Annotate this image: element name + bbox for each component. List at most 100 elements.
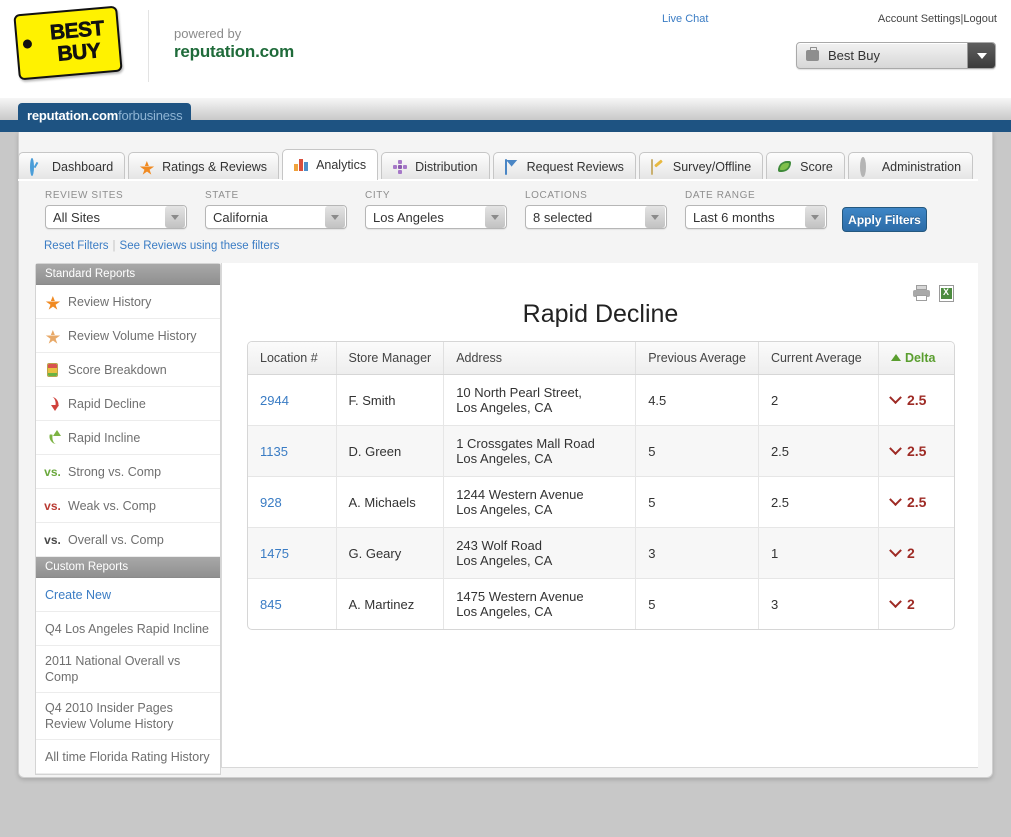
sidebar-item-label: All time Florida Rating History xyxy=(45,749,210,764)
table-header: Location # Store Manager Address Previou… xyxy=(248,342,954,375)
sidebar-item-rapid-decline[interactable]: Rapid Decline xyxy=(36,387,220,421)
review-sites-toggle[interactable] xyxy=(165,206,185,228)
sidebar-item-review-history[interactable]: Review History xyxy=(36,285,220,319)
location-link[interactable]: 2944 xyxy=(260,393,289,408)
locations-toggle[interactable] xyxy=(645,206,665,228)
table-row[interactable]: 928 A. Michaels 1244 Western Avenue Los … xyxy=(248,476,954,528)
address-line-1: 243 Wolf Road xyxy=(456,538,542,553)
address-line-2: Los Angeles, CA xyxy=(456,400,553,415)
powered-by-block: powered by reputation.com xyxy=(174,26,294,62)
city-select[interactable]: Los Angeles xyxy=(365,205,507,229)
state-select[interactable]: California xyxy=(205,205,347,229)
standard-reports-heading: Standard Reports xyxy=(36,264,220,285)
printer-icon[interactable] xyxy=(913,285,930,301)
chevron-down-icon xyxy=(889,441,902,455)
location-link[interactable]: 1135 xyxy=(260,444,288,459)
city-value: Los Angeles xyxy=(373,209,444,225)
col-current-average[interactable]: Current Average xyxy=(758,342,879,375)
date-range-value: Last 6 months xyxy=(693,209,775,225)
sidebar-item-weak-vs-comp[interactable]: vs. Weak vs. Comp xyxy=(36,489,220,523)
chevron-down-icon xyxy=(331,214,339,220)
sidebar-item-label: 2011 National Overall vs Comp xyxy=(45,654,181,684)
account-selector-toggle[interactable] xyxy=(967,43,995,68)
vs-green-icon: vs. xyxy=(44,464,61,479)
table-row[interactable]: 1475 G. Geary 243 Wolf Road Los Angeles,… xyxy=(248,527,954,579)
reset-filters-link[interactable]: Reset Filters xyxy=(44,240,109,252)
filter-city: CITY Los Angeles xyxy=(365,190,507,229)
tab-survey-offline[interactable]: Survey/Offline xyxy=(638,152,764,180)
reputation-brand-label: reputation.com xyxy=(174,42,294,61)
address-line-1: 1475 Western Avenue xyxy=(456,589,584,604)
apply-filters-button[interactable]: Apply Filters xyxy=(842,207,927,232)
col-previous-average[interactable]: Previous Average xyxy=(635,342,759,375)
sidebar-item-q4-la-rapid-incline[interactable]: Q4 Los Angeles Rapid Incline xyxy=(36,612,220,646)
cell-location: 1135 xyxy=(248,425,337,477)
cell-current-average: 2.5 xyxy=(758,425,879,477)
logout-link[interactable]: Logout xyxy=(963,13,997,25)
live-chat-link[interactable]: Live Chat xyxy=(662,13,708,25)
see-reviews-link[interactable]: See Reviews using these filters xyxy=(120,240,280,252)
table-row[interactable]: 845 A. Martinez 1475 Western Avenue Los … xyxy=(248,578,954,629)
sidebar-item-all-time-florida-rating-history[interactable]: All time Florida Rating History xyxy=(36,740,220,774)
tab-analytics[interactable]: Analytics xyxy=(282,149,379,180)
address-line-2: Los Angeles, CA xyxy=(456,451,553,466)
col-location[interactable]: Location # xyxy=(248,342,337,375)
location-link[interactable]: 928 xyxy=(260,495,282,510)
arrow-down-icon xyxy=(45,397,60,411)
chevron-down-icon xyxy=(976,52,987,59)
vs-red-icon: vs. xyxy=(44,498,61,513)
chevron-down-icon xyxy=(889,492,902,506)
sidebar-item-rapid-incline[interactable]: Rapid Incline xyxy=(36,421,220,455)
arrow-up-icon xyxy=(45,429,61,445)
sidebar-item-review-volume-history[interactable]: Review Volume History xyxy=(36,319,220,353)
tab-analytics-label: Analytics xyxy=(316,158,367,172)
sidebar-item-q4-2010-insider-pages[interactable]: Q4 2010 Insider Pages Review Volume Hist… xyxy=(36,693,220,740)
sidebar-item-label: Weak vs. Comp xyxy=(68,498,156,513)
table-row[interactable]: 1135 D. Green 1 Crossgates Mall Road Los… xyxy=(248,425,954,477)
cell-current-average: 3 xyxy=(758,578,879,629)
tab-score[interactable]: Score xyxy=(766,152,845,180)
review-sites-select[interactable]: All Sites xyxy=(45,205,187,229)
leaf-icon xyxy=(778,160,793,174)
date-range-select[interactable]: Last 6 months xyxy=(685,205,827,229)
chevron-down-icon xyxy=(889,594,902,608)
sidebar-item-score-breakdown[interactable]: Score Breakdown xyxy=(36,353,220,387)
cell-manager: A. Martinez xyxy=(336,578,445,629)
state-toggle[interactable] xyxy=(325,206,345,228)
tab-request-reviews[interactable]: Request Reviews xyxy=(492,152,636,180)
chevron-down-icon xyxy=(491,214,499,220)
sidebar-item-create-new[interactable]: Create New xyxy=(36,578,220,612)
brandbar-title-main: reputation.com xyxy=(27,107,119,123)
sidebar-item-overall-vs-comp[interactable]: vs. Overall vs. Comp xyxy=(36,523,220,557)
tab-administration-label: Administration xyxy=(881,159,962,174)
filter-date-range-label: DATE RANGE xyxy=(685,190,756,201)
tab-administration[interactable]: Administration xyxy=(847,152,974,180)
delta-value: 2.5 xyxy=(906,493,927,510)
sidebar-item-strong-vs-comp[interactable]: vs. Strong vs. Comp xyxy=(36,455,220,489)
tab-score-label: Score xyxy=(800,159,833,174)
location-link[interactable]: 845 xyxy=(260,597,282,612)
cell-current-average: 1 xyxy=(758,527,879,579)
account-selector[interactable]: Best Buy xyxy=(796,42,996,69)
brandbar-title-sub: forbusiness xyxy=(118,107,183,123)
date-range-toggle[interactable] xyxy=(805,206,825,228)
account-links: Account Settings|Logout xyxy=(878,13,997,25)
col-address[interactable]: Address xyxy=(443,342,637,375)
sidebar-item-2011-national-overall-vs-comp[interactable]: 2011 National Overall vs Comp xyxy=(36,646,220,693)
table-row[interactable]: 2944 F. Smith 10 North Pearl Street, Los… xyxy=(248,374,954,426)
tab-ratings-reviews[interactable]: Ratings & Reviews xyxy=(128,152,280,180)
city-toggle[interactable] xyxy=(485,206,505,228)
tab-distribution[interactable]: Distribution xyxy=(381,152,490,180)
table-header-row: Location # Store Manager Address Previou… xyxy=(248,342,954,375)
col-store-manager[interactable]: Store Manager xyxy=(336,342,445,375)
account-settings-link[interactable]: Account Settings xyxy=(878,13,961,25)
locations-select[interactable]: 8 selected xyxy=(525,205,667,229)
cell-previous-average: 3 xyxy=(635,527,759,579)
tab-dashboard[interactable]: Dashboard xyxy=(18,152,126,180)
star-faded-icon xyxy=(45,329,60,344)
col-delta[interactable]: Delta xyxy=(878,342,954,375)
cell-address: 1 Crossgates Mall Road Los Angeles, CA xyxy=(443,425,637,477)
chevron-down-icon xyxy=(811,214,819,220)
vs-dark-icon: vs. xyxy=(44,532,61,547)
location-link[interactable]: 1475 xyxy=(260,546,289,561)
